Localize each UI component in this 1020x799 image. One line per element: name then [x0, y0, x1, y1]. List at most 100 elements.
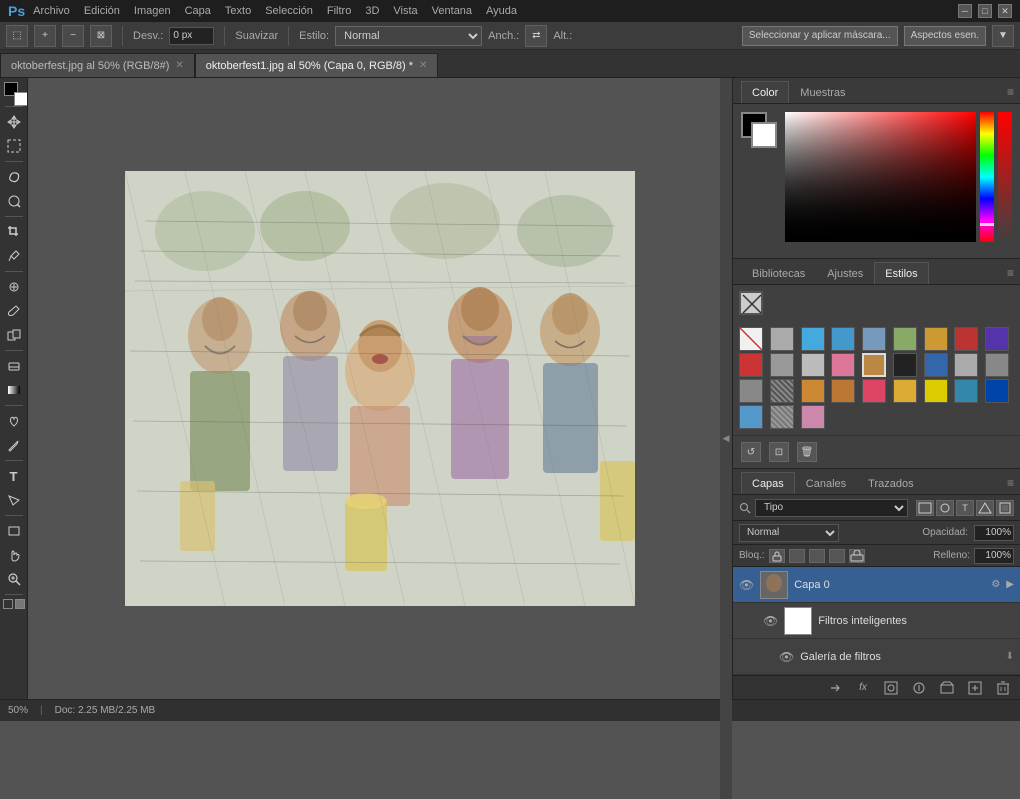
style-swatch-17[interactable] — [985, 353, 1009, 377]
clone-tool-btn[interactable] — [3, 324, 25, 346]
layer-visibility-smart[interactable]: 👁 — [763, 614, 778, 628]
tab-oktoberfest[interactable]: oktoberfest.jpg al 50% (RGB/8#) ✕ — [0, 53, 195, 77]
minimize-button[interactable]: ─ — [958, 4, 972, 18]
hand-tool-btn[interactable] — [3, 544, 25, 566]
layer-visibility-capa0[interactable]: 👁 — [739, 578, 754, 592]
pen-tool-btn[interactable] — [3, 434, 25, 456]
tab-trazados[interactable]: Trazados — [857, 472, 924, 494]
relleno-input[interactable] — [974, 548, 1014, 564]
layer-row-capa0[interactable]: 👁 Capa 0 ⚙ ▶ — [733, 567, 1020, 603]
style-swatch-26[interactable] — [985, 379, 1009, 403]
styles-link-btn[interactable]: ⊡ — [769, 442, 789, 462]
desvio-input[interactable] — [169, 27, 214, 45]
menu-archivo[interactable]: Archivo — [33, 5, 70, 17]
filter-smart[interactable] — [996, 500, 1014, 516]
foreground-background-colors[interactable] — [4, 82, 24, 102]
tab-close-0[interactable]: ✕ — [175, 60, 183, 71]
lock-artboard[interactable] — [829, 549, 845, 563]
menu-3d[interactable]: 3D — [365, 5, 379, 17]
layer-row-smart-filters[interactable]: 👁 Filtros inteligentes — [733, 603, 1020, 639]
tab-estilos[interactable]: Estilos — [874, 262, 928, 284]
alpha-slider[interactable] — [998, 112, 1012, 242]
menu-capa[interactable]: Capa — [185, 5, 211, 17]
select-mask-button[interactable]: Seleccionar y aplicar máscara... — [742, 26, 898, 46]
style-swatch-21[interactable] — [831, 379, 855, 403]
hue-slider[interactable] — [980, 112, 994, 242]
style-swatch-14[interactable] — [893, 353, 917, 377]
aspects-dropdown[interactable]: ▼ — [992, 25, 1014, 47]
layer-expand-icon[interactable]: ▶ — [1006, 579, 1014, 590]
lock-transparent[interactable] — [769, 549, 785, 563]
style-swatch-7[interactable] — [954, 327, 978, 351]
menu-ayuda[interactable]: Ayuda — [486, 5, 517, 17]
layer-new-btn[interactable] — [966, 680, 984, 696]
option-add[interactable]: + — [34, 25, 56, 47]
opacity-input[interactable] — [974, 525, 1014, 541]
style-swatch-6[interactable] — [924, 327, 948, 351]
gradient-tool-btn[interactable] — [3, 379, 25, 401]
styles-panel-menu[interactable]: ≡ — [1007, 266, 1014, 280]
style-swatch-28[interactable] — [770, 405, 794, 429]
layer-delete-btn[interactable] — [994, 680, 1012, 696]
tab-ajustes[interactable]: Ajustes — [816, 262, 874, 284]
layer-fx-btn[interactable]: fx — [854, 680, 872, 696]
style-icon-new-layer[interactable] — [739, 291, 763, 315]
panel-toggle[interactable]: ◀ — [720, 78, 732, 799]
shape-tool-btn[interactable] — [3, 520, 25, 542]
style-swatch-20[interactable] — [801, 379, 825, 403]
layer-group-btn[interactable] — [938, 680, 956, 696]
style-swatch-3[interactable] — [831, 327, 855, 351]
crop-tool-btn[interactable] — [3, 221, 25, 243]
style-swatch-25[interactable] — [954, 379, 978, 403]
style-swatch-5[interactable] — [893, 327, 917, 351]
menu-texto[interactable]: Texto — [225, 5, 251, 17]
menu-vista[interactable]: Vista — [393, 5, 417, 17]
menu-edicion[interactable]: Edición — [84, 5, 120, 17]
tab-muestras[interactable]: Muestras — [789, 81, 856, 103]
background-color[interactable] — [14, 92, 28, 106]
style-swatch-8[interactable] — [985, 327, 1009, 351]
style-swatch-23[interactable] — [893, 379, 917, 403]
aspects-button[interactable]: Aspectos esen. — [904, 26, 986, 46]
lock-all[interactable] — [849, 549, 865, 563]
style-swatch-1[interactable] — [770, 327, 794, 351]
tab-oktoberfest1[interactable]: oktoberfest1.jpg al 50% (Capa 0, RGB/8) … — [195, 53, 439, 77]
style-swatch-15[interactable] — [924, 353, 948, 377]
eyedropper-tool-btn[interactable] — [3, 245, 25, 267]
burn-tool-btn[interactable] — [3, 410, 25, 432]
swap-icon[interactable]: ⇄ — [525, 25, 547, 47]
lasso-tool-btn[interactable] — [3, 166, 25, 188]
style-swatch-22[interactable] — [862, 379, 886, 403]
maximize-button[interactable]: □ — [978, 4, 992, 18]
lock-position[interactable] — [809, 549, 825, 563]
tab-color[interactable]: Color — [741, 81, 789, 103]
color-panel-menu[interactable]: ≡ — [1007, 85, 1014, 99]
style-swatch-11[interactable] — [801, 353, 825, 377]
styles-delete-btn[interactable]: 🗑 — [797, 442, 817, 462]
style-swatch-2[interactable] — [801, 327, 825, 351]
healing-tool-btn[interactable] — [3, 276, 25, 298]
blend-mode-select[interactable]: Normal — [739, 524, 839, 542]
type-tool-btn[interactable]: T — [3, 465, 25, 487]
style-swatch-29[interactable] — [801, 405, 825, 429]
style-swatch-18[interactable] — [739, 379, 763, 403]
layer-visibility-gallery[interactable]: 👁 — [779, 650, 794, 664]
option-intersect[interactable]: ⊠ — [90, 25, 112, 47]
marquee-tool-btn[interactable] — [3, 135, 25, 157]
menu-imagen[interactable]: Imagen — [134, 5, 171, 17]
tab-close-1[interactable]: ✕ — [419, 60, 427, 71]
layer-adjustment-btn[interactable] — [910, 680, 928, 696]
move-tool-btn[interactable] — [3, 111, 25, 133]
path-select-tool-btn[interactable] — [3, 489, 25, 511]
menu-seleccion[interactable]: Selección — [265, 5, 313, 17]
style-none[interactable] — [739, 327, 763, 351]
zoom-tool-btn[interactable] — [3, 568, 25, 590]
tab-capas[interactable]: Capas — [741, 472, 795, 494]
quick-select-tool-btn[interactable] — [3, 190, 25, 212]
styles-add-btn[interactable]: ↺ — [741, 442, 761, 462]
option-sub[interactable]: − — [62, 25, 84, 47]
brush-tool-btn[interactable] — [3, 300, 25, 322]
style-swatch-19[interactable] — [770, 379, 794, 403]
lock-image[interactable] — [789, 549, 805, 563]
background-color-swatch[interactable] — [751, 122, 777, 148]
